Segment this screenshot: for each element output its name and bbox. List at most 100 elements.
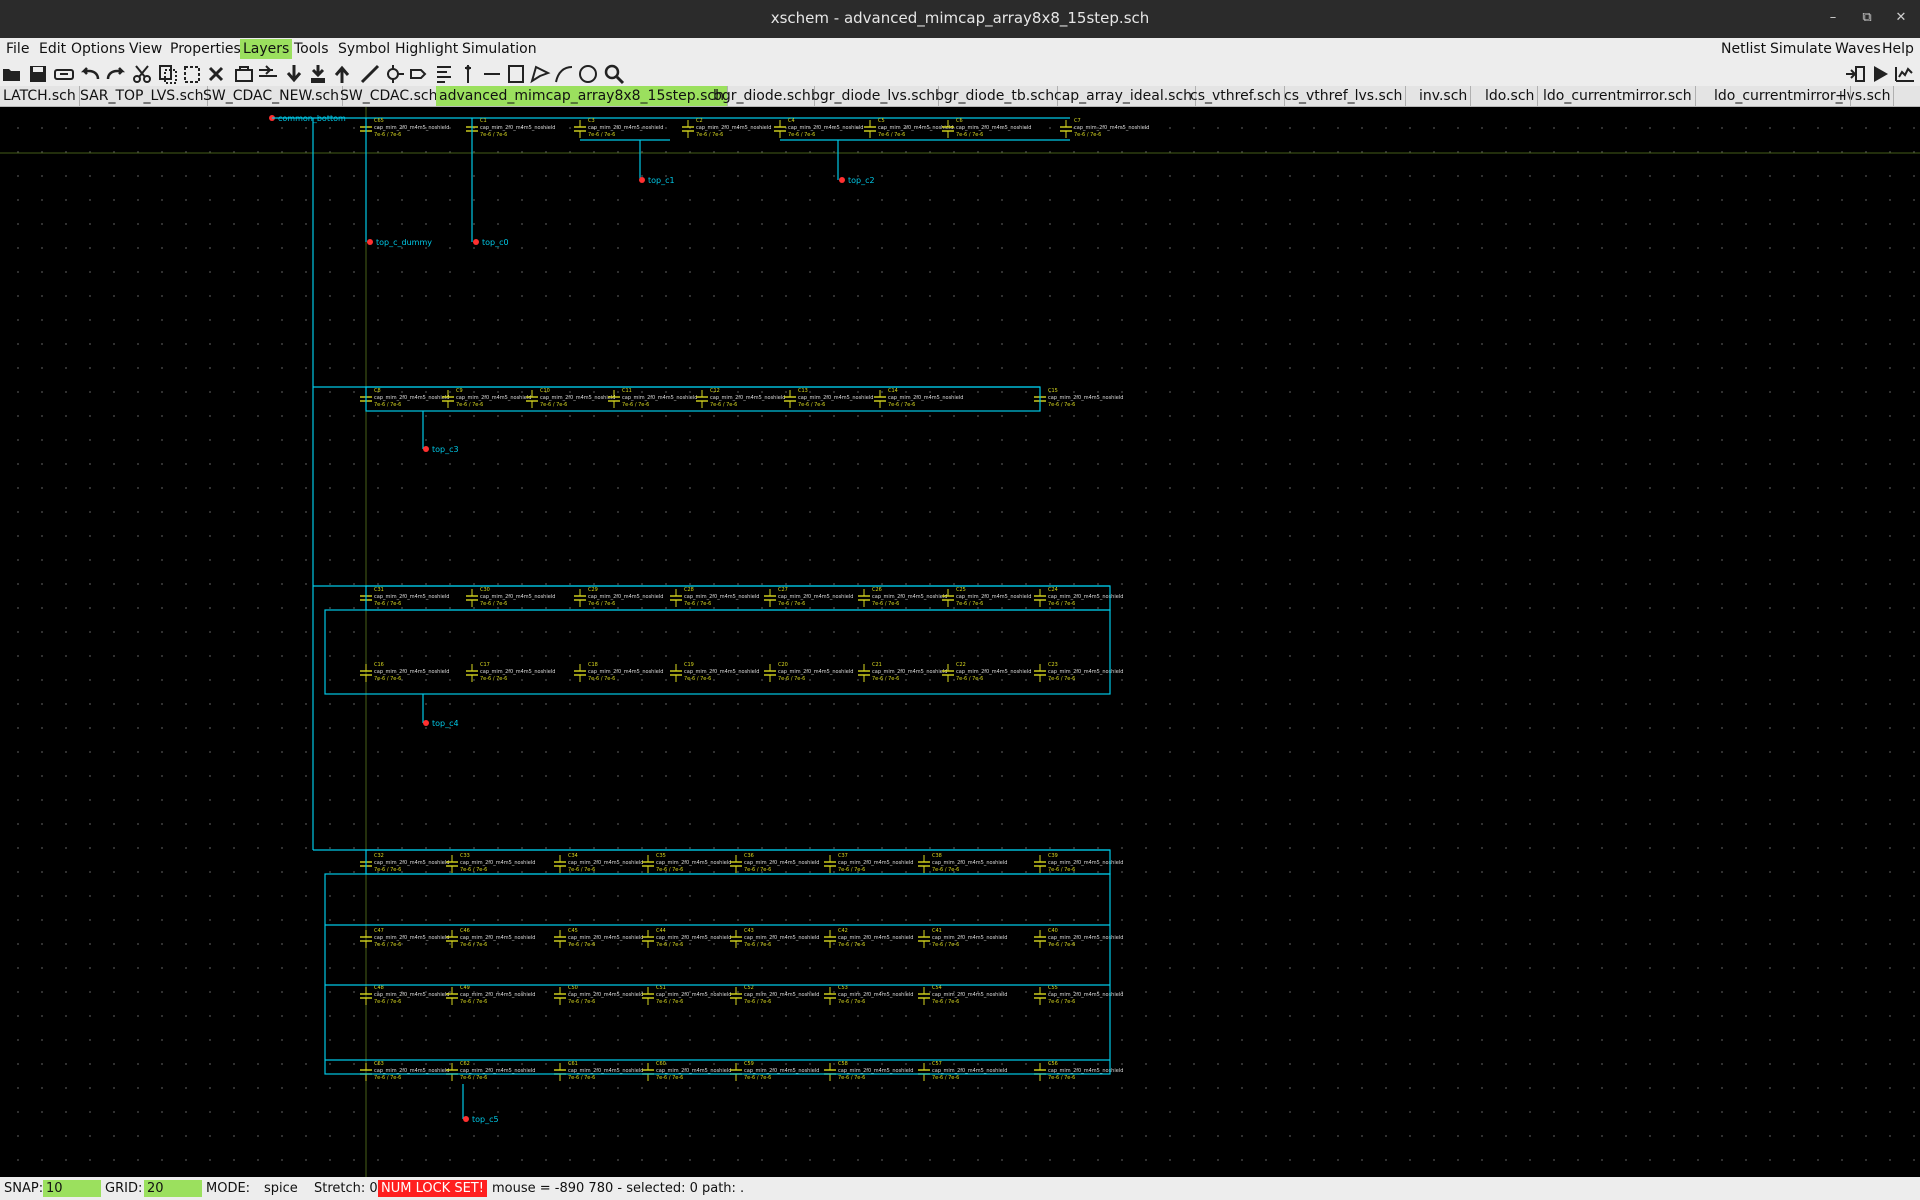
net-label: top_c5 <box>472 1115 499 1124</box>
net-label-icon[interactable] <box>384 62 408 86</box>
capacitor-ref: C19 <box>684 662 694 668</box>
schematic-canvas[interactable]: common_bottom C65 cap_mim_2f0_m4m5_noshiel… <box>0 107 1920 1177</box>
capacitor-symbol: cap_mim_2f0_m4m5_noshield <box>956 125 1031 131</box>
net-pin[interactable] <box>639 177 645 183</box>
bus-icon[interactable] <box>408 62 432 86</box>
redo-icon[interactable] <box>104 62 128 86</box>
net-pin[interactable] <box>367 239 373 245</box>
snap-value[interactable]: 10 <box>43 1180 101 1197</box>
line-icon[interactable] <box>432 62 456 86</box>
reload-icon[interactable] <box>52 62 76 86</box>
capacitor-params: 7e-6 / 7e-6 <box>932 999 959 1005</box>
menu-edit[interactable]: Edit <box>36 39 69 59</box>
menu-view[interactable]: View <box>126 39 165 59</box>
tab-cap-array-ideal[interactable]: cap_array_ideal.sch <box>1051 86 1197 106</box>
wire-icon[interactable] <box>358 62 382 86</box>
open-icon[interactable] <box>0 62 24 86</box>
capacitor-ref: C59 <box>744 1061 754 1067</box>
capacitor-params: 7e-6 / 7e-6 <box>1048 999 1075 1005</box>
save-icon[interactable] <box>26 62 50 86</box>
capacitor-ref: C63 <box>374 1061 384 1067</box>
menu-file[interactable]: File <box>3 39 32 59</box>
capacitor-params: 7e-6 / 7e-6 <box>838 867 865 873</box>
cut-icon[interactable] <box>130 62 154 86</box>
zoom-fit-icon[interactable] <box>602 62 626 86</box>
descend-symbol-icon[interactable] <box>306 62 330 86</box>
capacitor-symbol: cap_mim_2f0_m4m5_noshield <box>540 395 615 401</box>
polygon-icon[interactable] <box>480 62 504 86</box>
menu-options[interactable]: Options <box>68 39 128 59</box>
tab-ldo[interactable]: ldo.sch <box>1482 86 1539 106</box>
tab-ldo-currentmirror[interactable]: ldo_currentmirror.sch <box>1540 86 1696 106</box>
capacitor-params: 7e-6 / 7e-6 <box>568 867 595 873</box>
capacitor-params: 7e-6 / 7e-6 <box>1048 676 1075 682</box>
tab-bgr-diode-lvs[interactable]: bgr_diode_lvs.sch <box>808 86 940 106</box>
tab-sar-top-lvs[interactable]: SAR_TOP_LVS.sch <box>77 86 208 106</box>
wire-loop[interactable] <box>324 609 1111 695</box>
net-pin[interactable] <box>839 177 845 183</box>
waves-icon[interactable] <box>1893 62 1917 86</box>
copy-icon[interactable] <box>156 62 180 86</box>
capacitor-ref: C14 <box>888 388 898 394</box>
go-up-icon[interactable] <box>330 62 354 86</box>
descend-icon[interactable] <box>282 62 306 86</box>
capacitor-params: 7e-6 / 7e-6 <box>872 676 899 682</box>
tab-bgr-diode[interactable]: bgr_diode.sch <box>710 86 815 106</box>
capacitor-ref: C12 <box>710 388 720 394</box>
capacitor-params: 7e-6 / 7e-6 <box>480 676 507 682</box>
capacitor-params: 7e-6 / 7e-6 <box>374 1075 401 1081</box>
delete-icon[interactable] <box>204 62 228 86</box>
capacitor-params: 7e-6 / 7e-6 <box>588 601 615 607</box>
capacitor-symbol: cap_mim_2f0_m4m5_noshield <box>1048 395 1123 401</box>
menu-highlight[interactable]: Highlight <box>392 39 461 59</box>
minimize-button[interactable]: – <box>1822 8 1844 28</box>
net-pin[interactable] <box>473 239 479 245</box>
undo-icon[interactable] <box>78 62 102 86</box>
net-pin[interactable] <box>423 446 429 452</box>
tab-cs-vthref[interactable]: cs_vthref.sch <box>1187 86 1285 106</box>
net-pin[interactable] <box>463 1116 469 1122</box>
circle-icon[interactable] <box>528 62 552 86</box>
menu-simulate[interactable]: Simulate <box>1767 39 1835 59</box>
tab-advanced-mimcap-array8x8-15step[interactable]: advanced_mimcap_array8x8_15step.sch <box>436 86 728 106</box>
capacitor-symbol: cap_mim_2f0_m4m5_noshield <box>798 395 873 401</box>
tab-inv[interactable]: inv.sch <box>1416 86 1472 106</box>
tab-sw-cdac[interactable]: SW_CDAC.sch <box>337 86 442 106</box>
capacitor-symbol: cap_mim_2f0_m4m5_noshield <box>374 860 449 866</box>
net-pin[interactable] <box>423 720 429 726</box>
capacitor-symbol: cap_mim_2f0_m4m5_noshield <box>956 669 1031 675</box>
menu-waves[interactable]: Waves <box>1832 39 1884 59</box>
arc-icon[interactable] <box>504 62 528 86</box>
wire-loop[interactable] <box>324 873 1111 1075</box>
maximize-button[interactable]: ⧉ <box>1856 8 1878 28</box>
capacitor-params: 7e-6 / 7e-6 <box>656 1075 683 1081</box>
menu-layers[interactable]: Layers <box>240 39 293 59</box>
rectangle-icon[interactable] <box>456 62 480 86</box>
menu-properties[interactable]: Properties <box>167 39 244 59</box>
place-pin-icon[interactable] <box>256 62 280 86</box>
netlist-icon[interactable] <box>1843 62 1867 86</box>
zoom-icon[interactable] <box>552 62 576 86</box>
tab-latch[interactable]: LATCH.sch <box>0 86 80 106</box>
menu-netlist[interactable]: Netlist <box>1718 39 1769 59</box>
tab-ldo-currentmirror-lvs[interactable]: ldo_currentmirror_lvs.sch <box>1711 86 1895 106</box>
menu-help[interactable]: Help <box>1879 39 1917 59</box>
close-window-button[interactable]: ✕ <box>1890 8 1912 28</box>
capacitor-symbol: cap_mim_2f0_m4m5_noshield <box>1048 935 1123 941</box>
menu-simulation[interactable]: Simulation <box>459 39 540 59</box>
capacitor-ref: C36 <box>744 853 754 859</box>
menu-symbol[interactable]: Symbol <box>335 39 393 59</box>
menu-tools[interactable]: Tools <box>291 39 332 59</box>
new-tab-button[interactable]: + <box>1832 86 1851 106</box>
tab-bgr-diode-tb[interactable]: bgr_diode_tb.sch <box>932 86 1059 106</box>
tab-sw-cdac-new[interactable]: SW_CDAC_NEW.sch <box>200 86 344 106</box>
simulate-icon[interactable] <box>1868 62 1892 86</box>
grid-value[interactable]: 20 <box>144 1180 202 1197</box>
capacitor-params: 7e-6 / 7e-6 <box>1048 601 1075 607</box>
tab-cs-vthref-lvs[interactable]: cs_vthref_lvs.sch <box>1281 86 1407 106</box>
zoom-in-icon[interactable] <box>576 62 600 86</box>
paste-icon[interactable] <box>180 62 204 86</box>
schematic-drawing[interactable]: common_bottom C65cap_mim_2f0_m4m5_noshiel… <box>0 107 1920 1177</box>
capacitor-ref: C2 <box>696 118 703 124</box>
place-symbol-icon[interactable] <box>232 62 256 86</box>
